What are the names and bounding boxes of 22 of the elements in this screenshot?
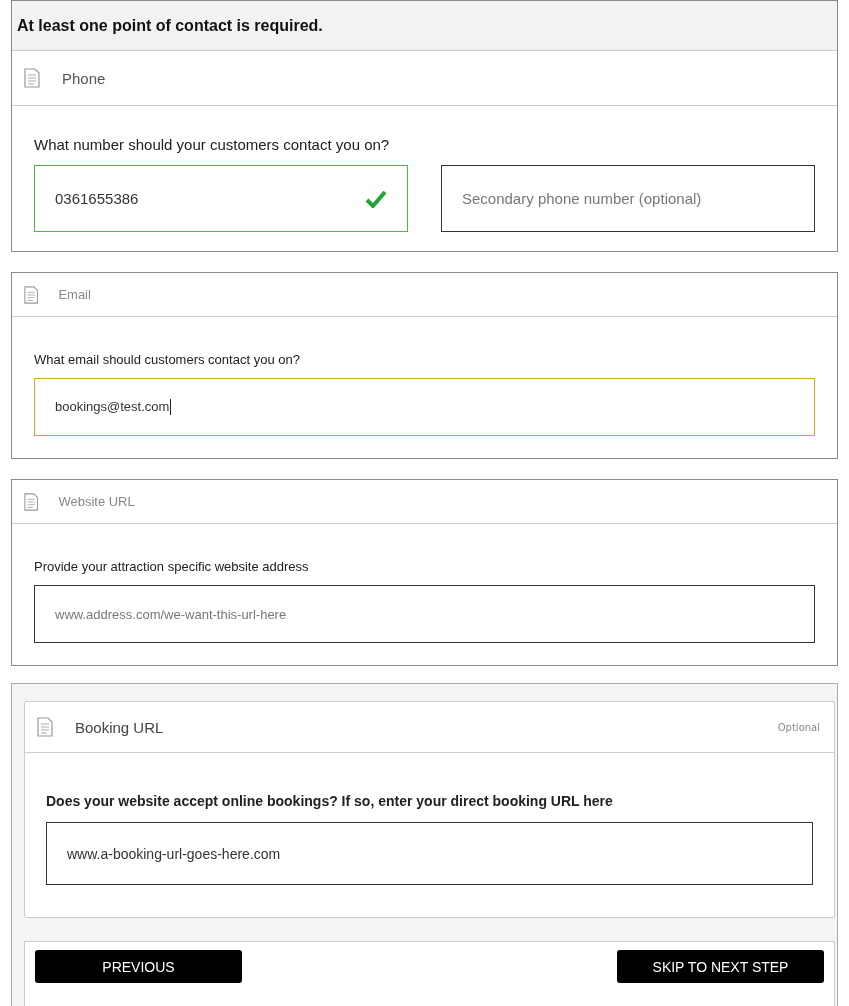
section-title: Phone [62,69,107,87]
input-field[interactable]: bookings@test.com [34,378,815,436]
document-icon [24,68,40,88]
input-field[interactable]: www.address.com/we-want-this-url-here [34,585,815,643]
question-label: What number should your customers contact you on? [34,136,391,153]
question-label: Provide your attraction specific website address [34,559,310,574]
section-title: Website URL [58,494,136,509]
next-button[interactable]: SKIP TO NEXT STEP [617,950,824,983]
section-title: Booking URL [75,718,165,736]
document-icon [24,285,39,304]
input-field[interactable]: Secondary phone number (optional) [441,165,815,232]
checkmark-icon [365,189,387,208]
input-field[interactable]: www.a-booking-url-goes-here.com [46,822,813,885]
input-field[interactable]: 0361655386 [34,165,408,232]
previous-button[interactable]: PREVIOUS [35,950,242,983]
section-title: Email [58,287,92,302]
document-icon [37,717,53,737]
optional-label: Optional [777,721,820,733]
question-label: Does your website accept online bookings? If so, enter your direct booking URL here [46,793,614,809]
document-icon [24,492,39,511]
question-label: What email should customers contact you on? [34,352,301,367]
notice-heading: At least one point of contact is required. [12,1,837,51]
